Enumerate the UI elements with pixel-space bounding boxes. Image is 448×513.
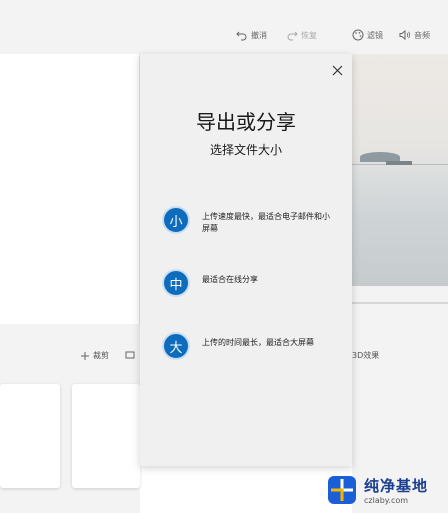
frame-icon [125, 351, 135, 359]
effect-tool-label: 3D效果 [352, 351, 380, 360]
size-option-small-text: 上传速度最快，最适合电子邮件和小屏幕 [202, 212, 330, 233]
undo-label: 撤消 [251, 30, 267, 40]
redo-icon [287, 31, 298, 41]
speaker-icon [399, 29, 411, 41]
size-option-large-text: 上传的时间最长，最适合大屏幕 [202, 338, 314, 347]
export-dialog: 导出或分享 选择文件大小 小 上传速度最快，最适合电子邮件和小屏幕 中 最适合在… [140, 54, 352, 466]
size-option-medium-text: 最适合在线分享 [202, 275, 258, 284]
audio-label: 音频 [414, 30, 430, 40]
storyboard-card[interactable] [0, 384, 60, 488]
redo-label: 恢复 [301, 30, 317, 40]
close-icon [332, 65, 342, 75]
crop-tool[interactable]: 裁剪 [80, 350, 109, 361]
crop-tool-label: 裁剪 [93, 351, 109, 360]
video-preview-canvas [0, 54, 140, 324]
size-option-large[interactable]: 大 上传的时间最长，最适合大屏幕 [162, 332, 332, 360]
undo-button[interactable]: 撤消 [236, 27, 267, 43]
size-badge-large: 大 [162, 332, 190, 360]
storyboard-card[interactable] [72, 384, 140, 488]
photo-preview [352, 54, 448, 286]
watermark: 纯净基地 czlaby.com [326, 472, 448, 508]
close-button[interactable] [329, 62, 345, 78]
redo-button[interactable]: 恢复 [286, 27, 317, 43]
dialog-subtitle: 选择文件大小 [209, 143, 282, 157]
filter-button[interactable]: 滤镜 [352, 27, 383, 43]
dialog-title: 导出或分享 [196, 110, 296, 134]
filter-label: 滤镜 [367, 30, 383, 40]
size-option-small[interactable]: 小 上传速度最快，最适合电子邮件和小屏幕 [162, 206, 332, 235]
frame-tool[interactable] [125, 350, 138, 360]
storyboard-strip [0, 324, 140, 513]
palette-icon [352, 29, 364, 41]
size-badge-medium: 中 [162, 269, 190, 297]
undo-icon [236, 31, 247, 41]
playback-scrubber[interactable] [352, 302, 448, 304]
boat-shape [386, 161, 412, 165]
top-toolbar: 撤消 恢复 滤镜 音频 [0, 0, 448, 54]
audio-button[interactable]: 音频 [399, 27, 430, 43]
split-icon [81, 351, 89, 360]
effect-tool[interactable]: 3D效果 [352, 350, 379, 361]
watermark-title: 纯净基地 [364, 477, 429, 495]
watermark-url: czlaby.com [364, 496, 409, 505]
size-option-medium[interactable]: 中 最适合在线分享 [162, 269, 332, 297]
size-badge-small: 小 [162, 206, 190, 234]
watermark-logo-icon [326, 474, 358, 506]
